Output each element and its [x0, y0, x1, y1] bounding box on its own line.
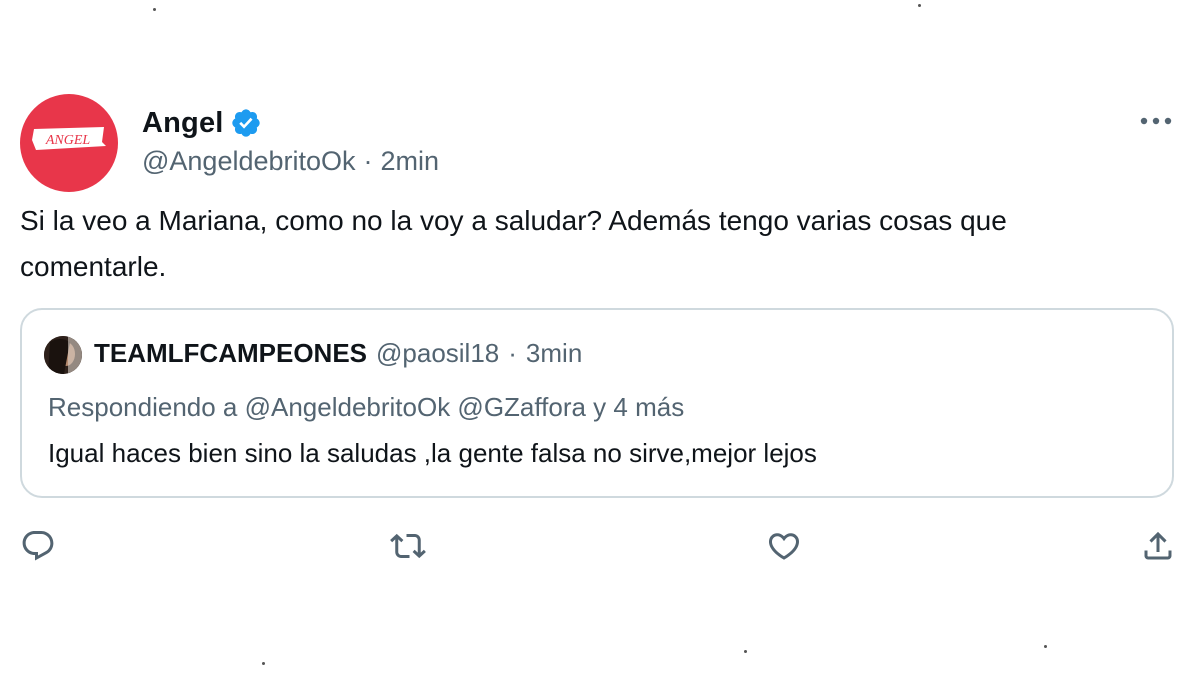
quoted-handle: @paosil18	[376, 338, 500, 368]
more-options-button[interactable]	[1130, 106, 1182, 136]
quoted-separator: ·	[508, 338, 517, 368]
svg-text:ANGEL: ANGEL	[45, 133, 91, 148]
meta-separator: ·	[363, 146, 373, 176]
tweet-text: Si la veo a Mariana, como no la voy a sa…	[20, 205, 1007, 282]
quoted-time: 3min	[525, 338, 583, 368]
share-button[interactable]	[1140, 528, 1176, 564]
tweet-time[interactable]: 2min	[381, 146, 440, 177]
heart-icon	[768, 533, 800, 560]
quoted-header: TEAMLFCAMPEONES @paosil18 · 3min	[94, 338, 582, 369]
author-name-row: Angel	[142, 104, 262, 142]
tweet-card: ANGEL Angel @AngeldebritoOk · 2min Si la…	[0, 0, 1200, 673]
quoted-display-name: TEAMLFCAMPEONES	[94, 338, 367, 368]
quoted-text: Igual haces bien sino la saludas ,la gen…	[48, 438, 817, 468]
quoted-author-avatar	[44, 336, 82, 374]
author-display-name[interactable]: Angel	[142, 107, 224, 140]
quoted-replying-to: Respondiendo a @AngeldebritoOk @GZaffora…	[48, 392, 685, 422]
reply-icon	[22, 531, 54, 561]
author-avatar[interactable]: ANGEL	[20, 94, 118, 192]
like-button[interactable]	[766, 528, 802, 564]
retweet-button[interactable]	[390, 528, 426, 564]
scan-speck	[744, 650, 747, 653]
avatar-logo: ANGEL	[32, 127, 106, 150]
author-meta-row: @AngeldebritoOk · 2min	[142, 146, 439, 177]
reply-button[interactable]	[20, 528, 56, 564]
scan-speck	[1044, 645, 1047, 648]
quoted-tweet[interactable]: TEAMLFCAMPEONES @paosil18 · 3min Respond…	[20, 308, 1174, 498]
scan-speck	[153, 8, 156, 11]
scan-speck	[262, 662, 265, 665]
verified-badge-icon	[230, 107, 262, 139]
more-dots-icon	[1140, 117, 1172, 125]
author-handle[interactable]: @AngeldebritoOk	[142, 146, 356, 177]
share-icon	[1144, 531, 1172, 560]
scan-speck	[918, 4, 921, 7]
retweet-icon	[390, 533, 426, 559]
